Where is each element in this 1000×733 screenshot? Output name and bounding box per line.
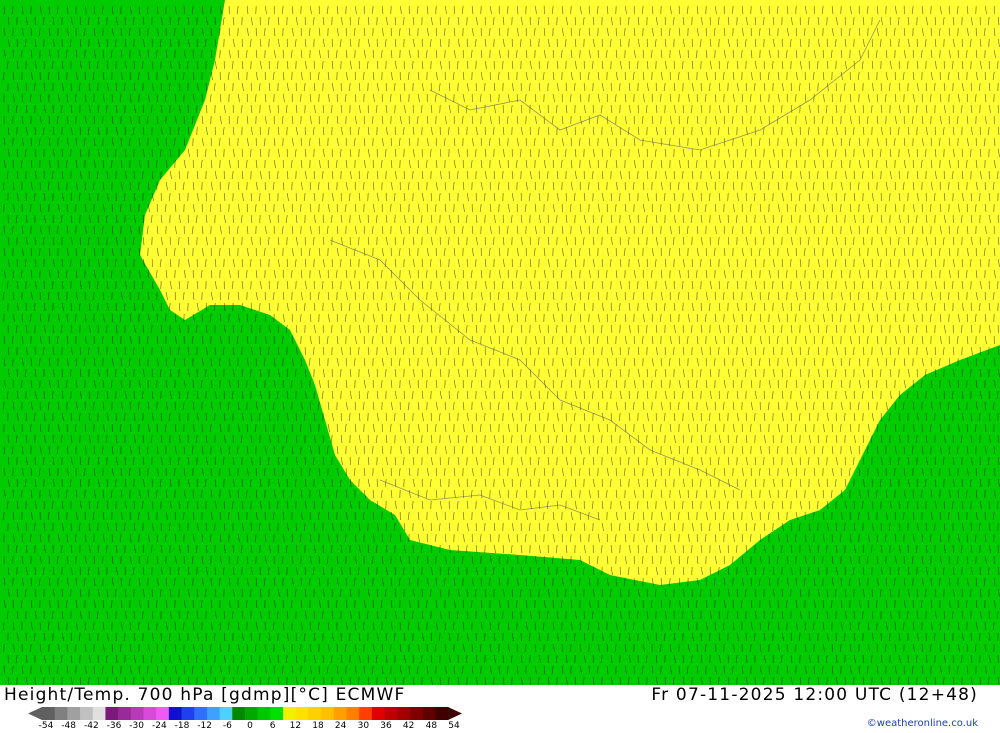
colorbar-tick-label: 54 [448, 721, 460, 731]
colorbar-high-arrow [448, 707, 462, 720]
colorbar-tick-label: 0 [247, 721, 253, 731]
colorbar-swatch [80, 707, 94, 720]
colorbar-swatch [156, 707, 170, 720]
colorbar-swatch [245, 707, 259, 720]
colorbar-tick-label: -12 [197, 721, 213, 731]
colorbar-tick-label: 18 [312, 721, 324, 731]
colorbar-swatch [105, 707, 119, 720]
colorbar-low-arrow [28, 707, 42, 720]
colorbar-swatch [232, 707, 246, 720]
map-footer: Height/Temp. 700 hPa [gdmp][°C] ECMWF Fr… [0, 685, 1000, 733]
colorbar-swatch [118, 707, 132, 720]
colorbar-tick-label: 12 [289, 721, 302, 731]
colorbar-swatch [384, 707, 398, 720]
source-credit[interactable]: ©weatheronline.co.uk [867, 718, 978, 729]
colorbar-swatch [206, 707, 221, 720]
colorbar-tick-label: 42 [402, 721, 415, 731]
colorbar-swatch [130, 707, 144, 720]
colorbar-swatch [409, 707, 424, 720]
colorbar-swatch [270, 707, 284, 720]
colorbar-tick-label: -30 [129, 721, 145, 731]
colorbar-tick-label: -54 [38, 721, 54, 731]
map-canvas [0, 0, 1000, 685]
colorbar-tick-label: -6 [222, 721, 232, 731]
colorbar-ticks: -54 -48 -42 -36 -30 -24 -18 -12 -6 0 6 12 18 24 30 36 42… [0, 721, 480, 732]
colorbar-swatch [92, 707, 106, 720]
colorbar-tick-label: 6 [269, 721, 276, 731]
colorbar-swatch [435, 707, 449, 720]
colorbar-swatch [333, 707, 347, 720]
colorbar-swatch [308, 707, 322, 720]
colorbar-swatch [219, 707, 233, 720]
temperature-colorbar [28, 707, 462, 720]
map-title: Height/Temp. 700 hPa [gdmp][°C] ECMWF [4, 685, 406, 705]
weather-map [0, 0, 1000, 685]
colorbar-tick-label: -18 [174, 721, 190, 731]
colorbar-swatch [194, 707, 208, 720]
colorbar-tick-label: 24 [334, 721, 347, 731]
colorbar-swatch [295, 707, 309, 720]
colorbar-tick-label: -36 [106, 721, 122, 731]
colorbar-swatch [54, 707, 68, 720]
colorbar-swatch [168, 707, 183, 720]
colorbar-swatch [346, 707, 360, 720]
colorbar-swatch [181, 707, 195, 720]
colorbar-tick-label: -42 [83, 721, 99, 731]
colorbar-swatch [283, 707, 297, 720]
colorbar-swatch [397, 707, 411, 720]
colorbar-tick-label: -24 [151, 721, 167, 731]
colorbar-swatch [359, 707, 373, 720]
colorbar-tick-label: 48 [425, 721, 438, 731]
colorbar-swatch [321, 707, 335, 720]
valid-time: Fr 07-11-2025 12:00 UTC (12+48) [651, 685, 978, 705]
colorbar-swatch [42, 707, 56, 720]
colorbar-swatch [422, 707, 436, 720]
colorbar-swatch [371, 707, 386, 720]
colorbar-swatch [67, 707, 81, 720]
colorbar-tick-label: 36 [380, 721, 392, 731]
colorbar-swatch [143, 707, 157, 720]
colorbar-tick-label: -48 [61, 721, 77, 731]
colorbar-tick-label: 30 [357, 721, 370, 731]
colorbar-swatch [257, 707, 271, 720]
